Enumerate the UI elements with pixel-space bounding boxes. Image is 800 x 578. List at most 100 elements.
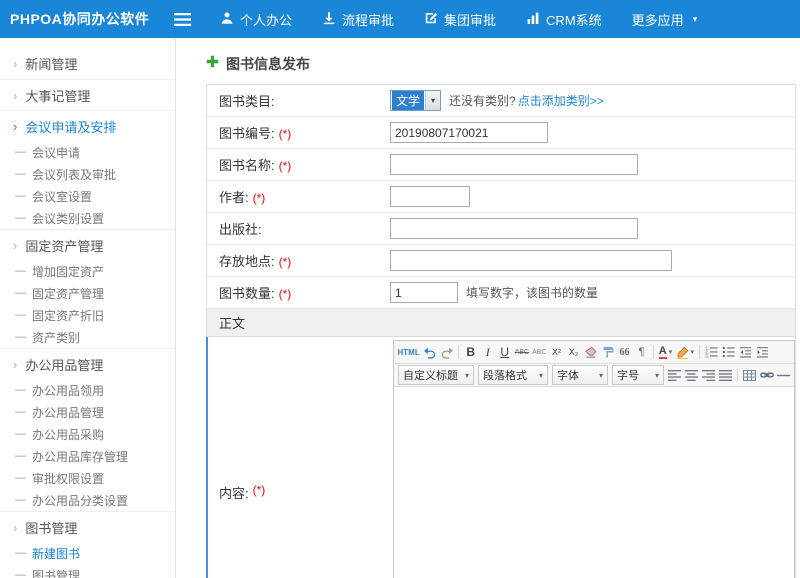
align-left-icon[interactable] [667,366,683,384]
toolbar-separator [737,368,738,382]
spellcheck-icon[interactable]: ABC [531,343,547,361]
sidebar-sub-item[interactable]: —审批权限设置 [0,467,175,489]
sidebar-group-item[interactable]: ›会议申请及安排 [0,110,175,141]
paragraph-icon[interactable]: ¶ [634,343,650,361]
subscript-icon[interactable]: X₂ [566,343,582,361]
caret-down-icon: ▾ [599,371,603,380]
align-center-icon[interactable] [684,366,700,384]
sidebar-sub-item[interactable]: —固定资产折旧 [0,304,175,326]
quantity-input[interactable] [390,282,458,303]
sidebar-sub-item[interactable]: —办公用品采购 [0,423,175,445]
format-brush-icon[interactable] [600,343,616,361]
eraser-icon[interactable] [583,343,599,361]
form-row: 图书编号:(*) [207,117,795,149]
sidebar-group-label: 办公用品管理 [25,355,103,374]
dash-icon: — [15,309,26,321]
sidebar-group-item[interactable]: ›固定资产管理 [0,229,175,260]
sidebar-sub-item[interactable]: —会议申请 [0,141,175,163]
book-name-input[interactable] [390,154,638,175]
sidebar-sub-label: 会议列表及审批 [32,166,116,183]
sidebar-sub-item[interactable]: —办公用品分类设置 [0,489,175,511]
hamburger-menu-icon[interactable] [174,13,191,26]
nav-crm-system[interactable]: CRM系统 [511,10,617,29]
sidebar-group-item[interactable]: ›新闻管理 [0,48,175,79]
source-icon[interactable]: HTML [397,343,421,361]
toolbar-separator [699,345,700,359]
nav-group-approval[interactable]: 集团审批 [409,10,511,29]
storage-location-input[interactable] [390,250,672,271]
sidebar-sub-item[interactable]: — 会议列表及审批 [0,163,175,185]
add-category-link[interactable]: 点击添加类别>> [518,92,604,109]
font-size-dropdown[interactable]: 字号▾ [612,365,664,385]
superscript-icon[interactable]: X² [549,343,565,361]
align-right-icon[interactable] [701,366,717,384]
sidebar-group-label: 图书管理 [25,518,77,537]
nav-process-approval[interactable]: 流程审批 [307,10,409,29]
field-label-text: 出版社: [219,222,262,237]
highlight-icon[interactable]: ▾ [675,343,696,361]
sidebar-sub-item[interactable]: —会议类别设置 [0,207,175,229]
dropdown-arrow-icon: ▾ [425,91,440,110]
sidebar-sub-label: 图书管理 [32,567,80,578]
field-control: 文学▾还没有类别? 点击添加类别>> [390,90,795,111]
sidebar-sub-item[interactable]: —办公用品领用 [0,379,175,401]
bullet-list-icon[interactable] [720,343,736,361]
italic-icon[interactable]: I [480,343,496,361]
nav-label: 集团审批 [444,10,496,29]
heading-dropdown[interactable]: 自定义标题▾ [398,365,474,385]
outdent-icon[interactable] [737,343,753,361]
nav-label: CRM系统 [546,10,602,29]
numbered-list-icon[interactable]: 1.2.3. [703,343,719,361]
field-label: 出版社: [207,219,390,238]
main-content: 图书信息发布 图书类目:文学▾还没有类别? 点击添加类别>>图书编号:(*)图书… [177,38,800,578]
sidebar-group-item[interactable]: ›图书管理 [0,511,175,542]
font-color-icon[interactable]: A▾ [658,343,674,361]
underline-icon[interactable]: U [497,343,513,361]
book-number-input[interactable] [390,122,548,143]
sidebar-sub-label: 新建图书 [32,545,80,562]
sidebar-group-label: 固定资产管理 [25,236,103,255]
add-icon [206,55,219,73]
dash-icon: — [15,168,26,180]
font-family-dropdown[interactable]: 字体▾ [552,365,608,385]
sidebar-sub-item[interactable]: —增加固定资产 [0,260,175,282]
field-control [390,122,795,143]
app-logo: PHPOA协同办公软件 [0,9,162,29]
sidebar-sub-item[interactable]: —固定资产管理 [0,282,175,304]
undo-icon[interactable] [422,343,438,361]
top-nav: 个人办公 流程审批 集团审批 CRM系统 更多应用 ▾ [205,10,712,29]
editor-content[interactable] [394,387,794,578]
redo-icon[interactable] [439,343,455,361]
sidebar-group-item[interactable]: ›大事记管理 [0,79,175,110]
editor-toolbar-row1: HTMLBIUABCABCX²X₂66¶A▾▾1.2.3. [394,341,794,364]
sidebar-sub-item[interactable]: —资产类别 [0,326,175,348]
section-header: 正文 [207,309,795,337]
sidebar: ›新闻管理›大事记管理›会议申请及安排—会议申请 — 会议列表及审批 —会议室设置—会… [0,38,176,578]
sidebar-sub-item[interactable]: —办公用品库存管理 [0,445,175,467]
caret-down-icon: ▾ [539,371,543,380]
blockquote-icon[interactable]: 66 [617,343,633,361]
nav-personal-office[interactable]: 个人办公 [205,10,307,29]
sidebar-sub-label: 办公用品管理 [32,404,104,421]
sidebar-sub-item[interactable]: —图书管理 [0,564,175,578]
field-label-text: 作者: [219,190,249,205]
form-row: 作者:(*) [207,181,795,213]
image-icon[interactable] [793,366,795,384]
hr-icon[interactable] [776,366,792,384]
nav-more-apps[interactable]: 更多应用 ▾ [617,10,713,29]
form-row: 图书数量:(*)填写数字，该图书的数量 [207,277,795,309]
sidebar-group-item[interactable]: ›办公用品管理 [0,348,175,379]
bold-icon[interactable]: B [463,343,479,361]
table-icon[interactable] [742,366,758,384]
link-icon[interactable] [759,366,775,384]
indent-icon[interactable] [754,343,770,361]
sidebar-sub-item[interactable]: —办公用品管理 [0,401,175,423]
paragraph-format-dropdown[interactable]: 段落格式▾ [478,365,548,385]
strikethrough-icon[interactable]: ABC [514,343,530,361]
sidebar-sub-item[interactable]: —会议室设置 [0,185,175,207]
publisher-input[interactable] [390,218,638,239]
author-input[interactable] [390,186,470,207]
align-justify-icon[interactable] [718,366,734,384]
book-category-select[interactable]: 文学▾ [390,90,441,111]
sidebar-sub-item[interactable]: —新建图书 [0,542,175,564]
